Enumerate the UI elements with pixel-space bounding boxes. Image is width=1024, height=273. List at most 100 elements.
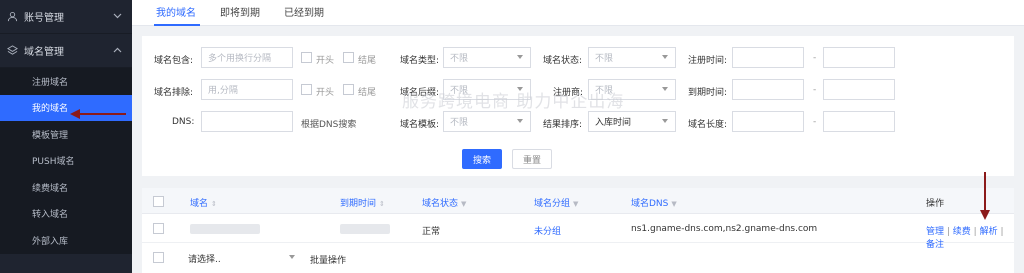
dns-cell: ns1.gname-dns.com,ns2.gname-dns.com xyxy=(631,224,818,234)
sort-icon: ⇕ xyxy=(379,200,385,208)
column-header-label: 域名 xyxy=(190,199,209,209)
registrar-label: 注册商: xyxy=(553,88,584,98)
sidebar-submenu: 注册域名 我的域名 模板管理 PUSH域名 续费域名 转入域名 外部入库 xyxy=(0,68,132,254)
ends-with-label: 结尾 xyxy=(358,88,377,98)
dns-resolve-link[interactable]: 解析 xyxy=(980,227,998,237)
column-header-expiration[interactable]: 到期时间 ⇕ xyxy=(340,196,385,209)
caret-down-icon xyxy=(662,55,668,59)
domain-contains-label: 域名包含: xyxy=(154,56,194,66)
filter-caret-icon: ▼ xyxy=(671,200,677,208)
sidebar-group-account[interactable]: 账号管理 xyxy=(0,0,132,34)
renew-link[interactable]: 续费 xyxy=(953,227,971,237)
domain-template-label: 域名模板: xyxy=(400,120,440,130)
registration-time-start[interactable] xyxy=(732,47,804,68)
sidebar-group-label: 域名管理 xyxy=(24,47,64,58)
sidebar-group-label: 账号管理 xyxy=(24,13,64,24)
column-header-label: 域名DNS xyxy=(631,199,669,209)
range-separator: - xyxy=(813,117,817,127)
domain-length-max[interactable] xyxy=(823,111,895,132)
dns-search-hint: 根据DNS搜索 xyxy=(301,120,357,130)
select-value: 入库时间 xyxy=(595,118,632,128)
domain-table: 域名 ⇕ 到期时间 ⇕ 域名状态 ▼ 域名分组 ▼ 域名DNS ▼ 操作 正常 未分组 n… xyxy=(142,188,1014,273)
sidebar-item-register-domain[interactable]: 注册域名 xyxy=(0,68,132,95)
domain-length-min[interactable] xyxy=(732,111,804,132)
annotation-arrow-left xyxy=(70,109,126,119)
domain-type-select[interactable]: 不限 xyxy=(443,47,531,68)
domain-name-redacted[interactable] xyxy=(190,224,260,234)
domain-status-select[interactable]: 不限 xyxy=(588,47,676,68)
column-header-actions: 操作 xyxy=(926,199,945,209)
main-content: 我的域名 即将到期 已经到期 域名包含: 多个用换行分隔 开头 结尾 域名类型:… xyxy=(132,0,1024,273)
registrar-select[interactable]: 不限 xyxy=(588,79,676,100)
domain-type-label: 域名类型: xyxy=(400,56,440,66)
sidebar-item-label: 模板管理 xyxy=(32,130,69,141)
row-checkbox[interactable] xyxy=(153,223,164,234)
reset-button[interactable]: 重置 xyxy=(512,149,552,169)
batch-operation-button[interactable]: 批量操作 xyxy=(310,253,346,266)
expiration-time-start[interactable] xyxy=(732,79,804,100)
sidebar-item-push-domain[interactable]: PUSH域名 xyxy=(0,148,132,175)
column-header-status[interactable]: 域名状态 ▼ xyxy=(422,196,466,209)
starts-with-checkbox[interactable] xyxy=(301,52,312,63)
select-value: 不限 xyxy=(595,54,614,64)
footer-select-all-checkbox[interactable] xyxy=(153,252,164,263)
sidebar-item-label: 我的域名 xyxy=(32,104,69,115)
tab-expiring-soon[interactable]: 即将到期 xyxy=(208,4,272,25)
column-header-group[interactable]: 域名分组 ▼ xyxy=(534,196,578,209)
select-value: 不限 xyxy=(450,86,469,96)
range-separator: - xyxy=(813,85,817,95)
range-separator: - xyxy=(813,53,817,63)
registration-time-label: 注册时间: xyxy=(688,56,728,66)
tab-expired[interactable]: 已经到期 xyxy=(272,4,336,25)
starts-with-checkbox[interactable] xyxy=(301,84,312,95)
group-cell[interactable]: 未分组 xyxy=(534,224,561,237)
sidebar-item-external-import[interactable]: 外部入库 xyxy=(0,227,132,254)
column-header-label: 域名分组 xyxy=(534,199,571,209)
domain-template-select[interactable]: 不限 xyxy=(443,111,531,132)
tab-my-domains[interactable]: 我的域名 xyxy=(146,4,208,26)
tab-bar: 我的域名 即将到期 已经到期 xyxy=(132,0,1024,26)
expiration-time-end[interactable] xyxy=(823,79,895,100)
expiration-date-redacted xyxy=(340,224,390,234)
annotation-arrow-down xyxy=(980,172,990,220)
result-sort-select[interactable]: 入库时间 xyxy=(588,111,676,132)
select-all-checkbox[interactable] xyxy=(153,196,164,207)
filter-panel: 域名包含: 多个用换行分隔 开头 结尾 域名类型: 不限 域名状态: 不限 注册… xyxy=(142,36,1014,176)
result-sort-label: 结果排序: xyxy=(543,120,583,130)
sidebar-item-label: 注册域名 xyxy=(32,77,69,88)
column-header-domain[interactable]: 域名 ⇕ xyxy=(190,196,217,209)
domain-suffix-select[interactable]: 不限 xyxy=(443,79,531,100)
dns-input[interactable] xyxy=(201,111,293,132)
caret-down-icon xyxy=(517,119,523,123)
ends-with-checkbox[interactable] xyxy=(343,52,354,63)
domain-contains-input[interactable]: 多个用换行分隔 xyxy=(201,47,293,68)
filter-caret-icon: ▼ xyxy=(461,200,467,208)
select-value: 不限 xyxy=(595,86,614,96)
sidebar-item-label: 转入域名 xyxy=(32,210,69,221)
starts-with-label: 开头 xyxy=(316,56,335,66)
column-header-label: 域名状态 xyxy=(422,199,459,209)
domain-status-label: 域名状态: xyxy=(543,56,583,66)
domain-exclude-input[interactable]: 用,分隔 xyxy=(201,79,293,100)
sidebar-item-transfer-in-domain[interactable]: 转入域名 xyxy=(0,201,132,228)
column-header-dns[interactable]: 域名DNS ▼ xyxy=(631,196,677,209)
chevron-down-icon xyxy=(113,12,122,22)
table-row: 正常 未分组 ns1.gname-dns.com,ns2.gname-dns.c… xyxy=(142,215,1014,250)
table-footer: 请选择.. 批量操作 xyxy=(142,244,1014,273)
search-button[interactable]: 搜索 xyxy=(462,149,502,169)
table-header: 域名 ⇕ 到期时间 ⇕ 域名状态 ▼ 域名分组 ▼ 域名DNS ▼ 操作 xyxy=(142,188,1014,214)
registration-time-end[interactable] xyxy=(823,47,895,68)
sidebar: 账号管理 域名管理 注册域名 我的域名 模板管理 PUSH域名 续费域名 转入域… xyxy=(0,0,132,273)
ends-with-label: 结尾 xyxy=(358,56,377,66)
manage-link[interactable]: 管理 xyxy=(926,227,944,237)
sidebar-item-template-management[interactable]: 模板管理 xyxy=(0,121,132,148)
expiration-time-label: 到期时间: xyxy=(688,88,728,98)
caret-down-icon xyxy=(662,87,668,91)
select-value: 不限 xyxy=(450,54,469,64)
sort-icon: ⇕ xyxy=(211,200,217,208)
sidebar-item-renew-domain[interactable]: 续费域名 xyxy=(0,174,132,201)
batch-select[interactable]: 请选择.. xyxy=(182,248,302,269)
ends-with-checkbox[interactable] xyxy=(343,84,354,95)
dns-label: DNS: xyxy=(172,117,195,127)
sidebar-group-domain[interactable]: 域名管理 xyxy=(0,34,132,68)
